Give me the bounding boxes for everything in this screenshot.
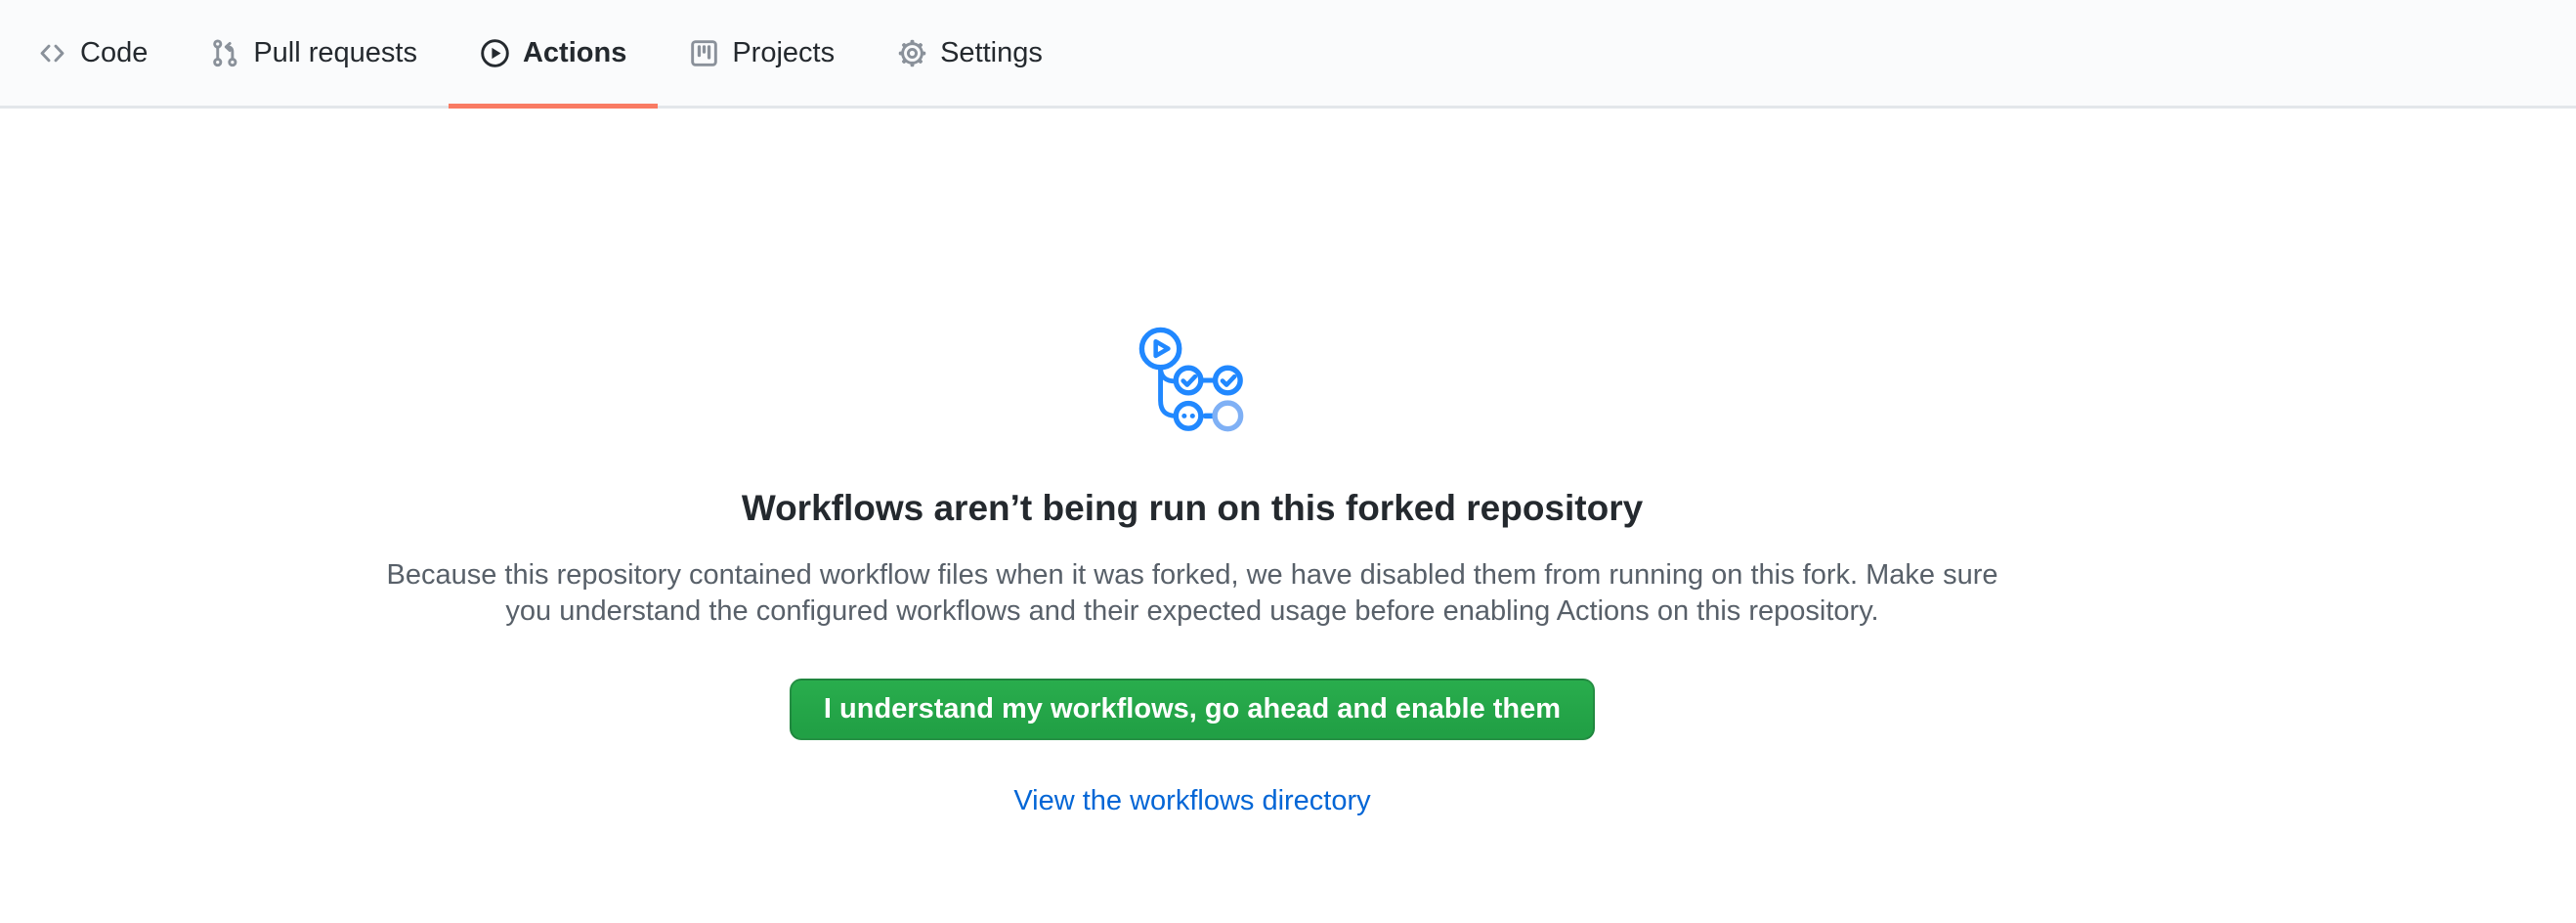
tab-label: Actions bbox=[523, 37, 626, 69]
tab-actions[interactable]: Actions bbox=[449, 0, 658, 106]
secondary-action-row: View the workflows directory bbox=[0, 785, 2384, 817]
git-pull-request-icon bbox=[210, 38, 240, 68]
play-circle-icon bbox=[480, 38, 510, 68]
tab-label: Projects bbox=[732, 37, 835, 69]
blankslate-heading: Workflows aren’t being run on this forke… bbox=[0, 485, 2384, 532]
gear-icon bbox=[897, 38, 927, 68]
workflow-graph-icon bbox=[1137, 326, 1248, 437]
code-icon bbox=[37, 38, 67, 68]
tab-pull-requests[interactable]: Pull requests bbox=[179, 0, 449, 106]
enable-workflows-button[interactable]: I understand my workflows, go ahead and … bbox=[790, 679, 1595, 740]
actions-blankslate: Workflows aren’t being run on this forke… bbox=[0, 109, 2384, 817]
repo-tab-bar: Code Pull requests Actions bbox=[0, 0, 2576, 109]
blankslate-description: Because this repository contained workfl… bbox=[376, 557, 2008, 630]
project-icon bbox=[689, 38, 719, 68]
tab-projects[interactable]: Projects bbox=[658, 0, 866, 106]
view-workflows-directory-link[interactable]: View the workflows directory bbox=[1013, 785, 1370, 816]
tab-label: Pull requests bbox=[253, 37, 417, 69]
tab-label: Settings bbox=[940, 37, 1043, 69]
tab-label: Code bbox=[80, 37, 148, 69]
tab-settings[interactable]: Settings bbox=[866, 0, 1074, 106]
tab-code[interactable]: Code bbox=[6, 0, 179, 106]
